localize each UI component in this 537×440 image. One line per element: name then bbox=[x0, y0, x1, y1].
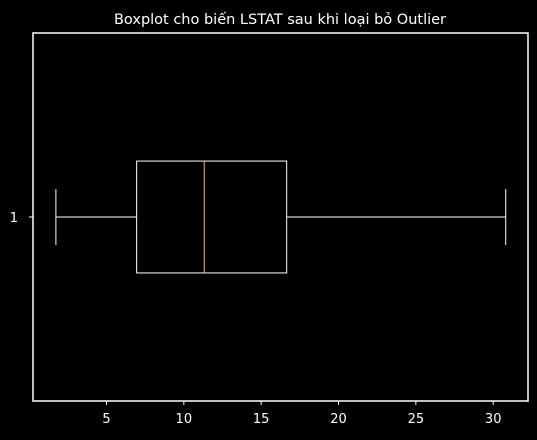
chart-background bbox=[0, 0, 537, 440]
boxplot-chart: Boxplot cho biến LSTAT sau khi loại bỏ O… bbox=[0, 0, 537, 440]
y-tick-label: 1 bbox=[10, 211, 18, 226]
x-tick-label: 10 bbox=[176, 412, 193, 427]
x-tick-label: 30 bbox=[485, 412, 502, 427]
x-tick-label: 25 bbox=[408, 412, 425, 427]
x-tick-label: 5 bbox=[102, 412, 110, 427]
x-tick-label: 15 bbox=[253, 412, 270, 427]
chart-title: Boxplot cho biến LSTAT sau khi loại bỏ O… bbox=[114, 11, 446, 28]
x-tick-label: 20 bbox=[330, 412, 347, 427]
